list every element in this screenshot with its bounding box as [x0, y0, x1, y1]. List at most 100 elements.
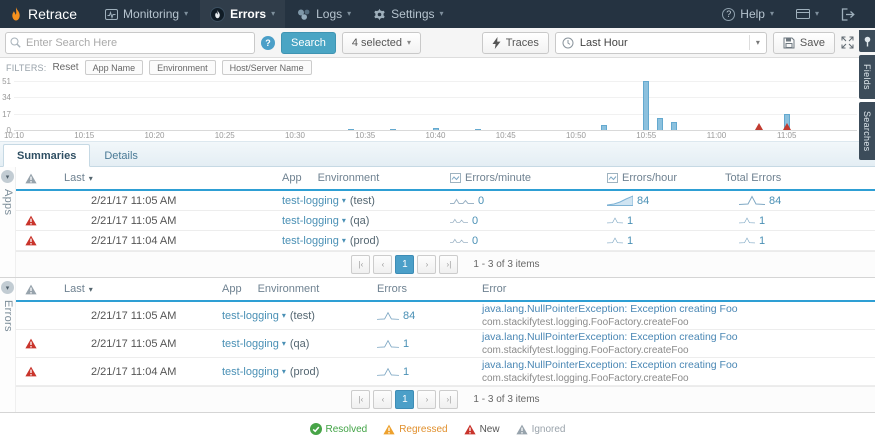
app-link[interactable]: test-logging▾ — [282, 235, 346, 247]
traces-button[interactable]: Traces — [482, 32, 549, 54]
column-header-last[interactable]: Last — [64, 283, 85, 295]
pager-first-button[interactable]: |‹ — [351, 255, 370, 274]
error-count[interactable]: 84 — [403, 310, 415, 322]
chart-bar[interactable] — [671, 122, 677, 130]
chart-bar[interactable] — [390, 129, 396, 130]
column-header-environment[interactable]: Environment — [258, 283, 320, 295]
total-errors[interactable]: 84 — [769, 195, 781, 207]
pager-page-1[interactable]: 1 — [395, 390, 414, 409]
table-row[interactable]: 2/21/17 11:05 AM test-logging▾ (test) 0 … — [16, 191, 875, 211]
time-range-select[interactable]: Last Hour ▾ — [555, 32, 767, 54]
save-button[interactable]: Save — [773, 32, 835, 54]
pager-first-button[interactable]: |‹ — [351, 390, 370, 409]
error-count[interactable]: 1 — [403, 366, 409, 378]
new-error-marker[interactable] — [755, 123, 763, 130]
chart-bar[interactable] — [657, 118, 663, 130]
chart-bar[interactable] — [601, 125, 607, 130]
messages-menu[interactable]: ▾ — [786, 0, 829, 28]
tab-summaries[interactable]: Summaries — [3, 144, 90, 167]
column-header-errors-hour[interactable]: Errors/hour — [622, 172, 677, 184]
error-link[interactable]: java.lang.NullPointerException: Exceptio… — [482, 303, 875, 317]
search-button[interactable]: Search — [281, 32, 336, 54]
column-header-app[interactable]: App — [282, 172, 302, 184]
info-icon[interactable]: ? — [261, 36, 275, 50]
errors-per-hour[interactable]: 1 — [627, 235, 633, 247]
filter-app-name[interactable]: App Name — [85, 60, 144, 75]
sort-caret-icon: ▾ — [89, 174, 93, 183]
chart-bar[interactable] — [643, 81, 649, 130]
collapse-icon[interactable]: ▾ — [1, 170, 14, 183]
column-header-errors-minute[interactable]: Errors/minute — [465, 172, 531, 184]
app-link[interactable]: test-logging▾ — [222, 366, 286, 378]
pager-last-button[interactable]: ›| — [439, 390, 458, 409]
reset-filters-link[interactable]: Reset — [52, 62, 78, 73]
side-tab-searches[interactable]: Searches — [859, 102, 875, 160]
chart-bar[interactable] — [433, 128, 439, 130]
total-errors[interactable]: 1 — [759, 215, 765, 227]
side-tab-fields[interactable]: Fields — [859, 55, 875, 99]
table-row[interactable]: 2/21/17 11:04 AM test-logging▾ (prod) 0 … — [16, 231, 875, 251]
brand[interactable]: Retrace — [10, 6, 77, 22]
filter-environment[interactable]: Environment — [149, 60, 216, 75]
errors-per-hour[interactable]: 1 — [627, 215, 633, 227]
column-header-total-errors[interactable]: Total Errors — [725, 172, 781, 184]
app-link[interactable]: test-logging▾ — [282, 195, 346, 207]
chart-bar[interactable] — [475, 129, 481, 130]
nav-item-settings[interactable]: Settings ▾ — [363, 0, 453, 28]
column-header-errors[interactable]: Errors — [377, 283, 407, 295]
pager-page-1[interactable]: 1 — [395, 255, 414, 274]
clock-icon — [562, 37, 574, 49]
app-link[interactable]: test-logging▾ — [222, 338, 286, 350]
caret-down-icon: ▾ — [282, 367, 286, 376]
sparkline — [607, 236, 623, 245]
error-link[interactable]: java.lang.NullPointerException: Exceptio… — [482, 331, 875, 345]
column-header-app[interactable]: App — [222, 283, 242, 295]
nav-item-logs[interactable]: Logs ▾ — [287, 0, 361, 28]
pin-icon[interactable] — [859, 30, 875, 52]
new-error-marker[interactable] — [783, 123, 791, 130]
nav-item-errors[interactable]: Errors ▾ — [200, 0, 285, 28]
errors-per-minute[interactable]: 0 — [472, 235, 478, 247]
pager-last-button[interactable]: ›| — [439, 255, 458, 274]
search-input[interactable] — [5, 32, 255, 54]
errors-table-header: Last ▾ App Environment Errors Error — [16, 278, 875, 302]
errors-per-minute[interactable]: 0 — [478, 195, 484, 207]
selected-filter-label: 4 selected — [352, 37, 402, 49]
error-link[interactable]: java.lang.NullPointerException: Exceptio… — [482, 359, 875, 373]
fullscreen-icon[interactable] — [841, 36, 854, 49]
column-header-error[interactable]: Error — [482, 283, 506, 295]
chart-bar[interactable] — [348, 129, 354, 130]
sign-out-button[interactable] — [831, 0, 865, 28]
error-count[interactable]: 1 — [403, 338, 409, 350]
toolbar-right: Traces Last Hour ▾ Save — [482, 32, 870, 54]
chart-x-axis: 10:1010:1510:2010:2510:3010:3510:4010:45… — [14, 131, 857, 140]
table-row[interactable]: 2/21/17 11:04 AM test-logging▾ (prod) 1 … — [16, 358, 875, 386]
environment-value: (prod) — [290, 366, 319, 378]
total-errors[interactable]: 1 — [759, 235, 765, 247]
table-row[interactable]: 2/21/17 11:05 AM test-logging▾ (qa) 1 ja… — [16, 330, 875, 358]
pager-prev-button[interactable]: ‹ — [373, 255, 392, 274]
app-link[interactable]: test-logging▾ — [282, 215, 346, 227]
errors-per-hour[interactable]: 84 — [637, 195, 649, 207]
selected-filter-dropdown[interactable]: 4 selected ▾ — [342, 32, 421, 54]
help-menu[interactable]: ? Help ▾ — [712, 0, 784, 28]
pager-next-button[interactable]: › — [417, 390, 436, 409]
new-alert-icon — [25, 366, 37, 377]
chart-plot-area[interactable] — [14, 81, 857, 130]
column-header-environment[interactable]: Environment — [318, 172, 380, 184]
app-link[interactable]: test-logging▾ — [222, 310, 286, 322]
tab-details[interactable]: Details — [91, 145, 151, 166]
legend-resolved: Resolved — [310, 423, 368, 435]
collapse-icon[interactable]: ▾ — [1, 281, 14, 294]
errors-rail: ▾ Errors — [0, 278, 16, 412]
column-header-last[interactable]: Last — [64, 172, 85, 184]
legend-ignored: Ignored — [516, 424, 566, 435]
pager-next-button[interactable]: › — [417, 255, 436, 274]
table-row[interactable]: 2/21/17 11:05 AM test-logging▾ (test) 84… — [16, 302, 875, 330]
pager-prev-button[interactable]: ‹ — [373, 390, 392, 409]
filter-host-server-name[interactable]: Host/Server Name — [222, 60, 312, 75]
table-row[interactable]: 2/21/17 11:05 AM test-logging▾ (qa) 0 1 … — [16, 211, 875, 231]
caret-down-icon: ▾ — [749, 35, 760, 50]
nav-item-monitoring[interactable]: Monitoring ▾ — [95, 0, 198, 28]
errors-per-minute[interactable]: 0 — [472, 215, 478, 227]
